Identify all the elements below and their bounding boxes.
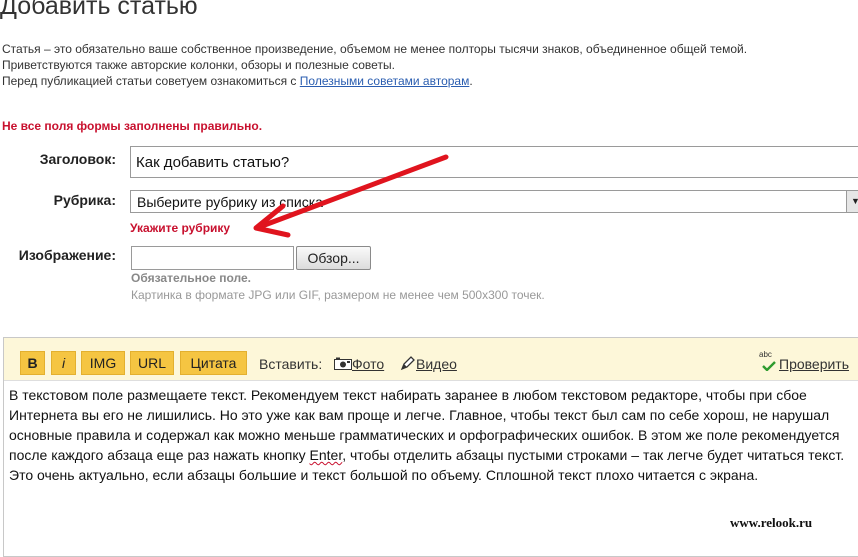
insert-video-label: Видео: [416, 356, 457, 372]
pen-icon: [400, 356, 415, 371]
rubric-error-message: Укажите рубрику: [130, 221, 231, 235]
editor-textarea[interactable]: В текстовом поле размещаете текст. Реком…: [9, 385, 858, 485]
insert-photo-label: Фото: [352, 356, 385, 372]
intro-line-2: Приветствуются также авторские колонки, …: [2, 58, 395, 72]
author-tips-link[interactable]: Полезными советами авторам: [300, 74, 470, 88]
rubric-label: Рубрика:: [53, 192, 116, 208]
intro-line-1: Статья – это обязательно ваше собственно…: [2, 42, 748, 56]
spellcheck-link[interactable]: abc Проверить: [759, 350, 850, 372]
bold-button[interactable]: B: [20, 351, 45, 375]
title-input[interactable]: [130, 146, 858, 178]
insert-label: Вставить:: [259, 356, 323, 372]
browse-button[interactable]: Обзор...: [296, 246, 371, 270]
url-button[interactable]: URL: [130, 351, 174, 375]
intro-line-3-suffix: .: [469, 74, 473, 88]
image-format-hint: Картинка в формате JPG или GIF, размером…: [131, 288, 545, 302]
insert-video-link[interactable]: Видео: [400, 356, 457, 372]
spellcheck-icon: abc: [759, 350, 779, 372]
image-path-field[interactable]: [131, 246, 294, 270]
insert-photo-link[interactable]: Фото: [334, 356, 384, 372]
required-field-note: Обязательное поле.: [131, 271, 251, 285]
title-label: Заголовок:: [39, 151, 116, 167]
watermark: www.relook.ru: [730, 515, 813, 530]
intro-line-3-prefix: Перед публикацией статьи советуем ознако…: [2, 74, 300, 88]
italic-button[interactable]: i: [51, 351, 76, 375]
spellcheck-badge: abc: [759, 350, 772, 359]
image-label: Изображение:: [18, 247, 116, 263]
chevron-down-icon[interactable]: ▼: [846, 191, 858, 212]
page-title: Добавить статью: [0, 0, 198, 20]
intro-line-3: Перед публикацией статьи советуем ознако…: [2, 74, 473, 89]
quote-button[interactable]: Цитата: [180, 351, 247, 375]
spellcheck-label: Проверить: [779, 356, 850, 372]
editor-toolbar: B i IMG URL Цитата Вставить: Фото Видео …: [4, 338, 858, 381]
camera-icon: [334, 357, 352, 370]
rubric-select[interactable]: Выберите рубрику из списка ▼: [130, 190, 858, 213]
rubric-selected-value: Выберите рубрику из списка: [137, 194, 323, 210]
editor-text-key: Enter: [309, 447, 343, 463]
form-error-message: Не все поля формы заполнены правильно.: [2, 119, 263, 133]
img-button[interactable]: IMG: [81, 351, 125, 375]
